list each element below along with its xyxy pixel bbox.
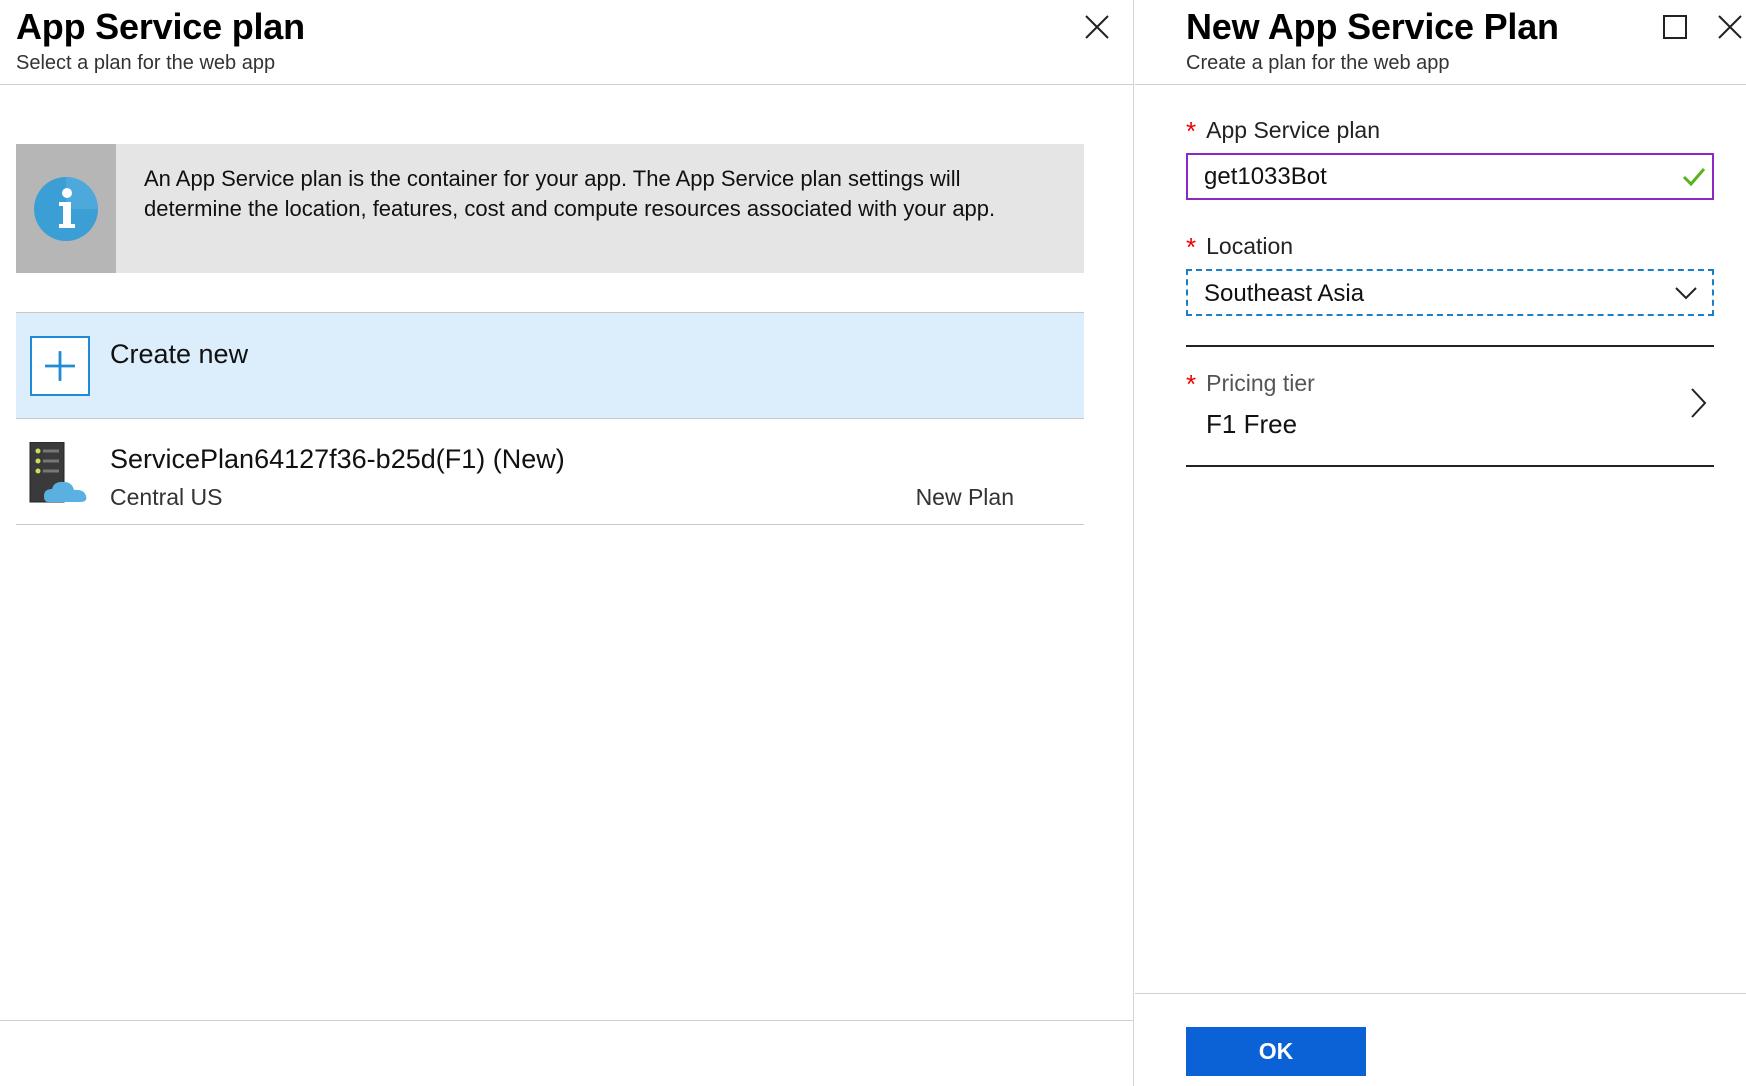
location-selected-value: Southeast Asia: [1204, 280, 1365, 307]
footer-divider: [1135, 993, 1746, 994]
plan-name: ServicePlan64127f36-b25d(F1) (New): [110, 444, 565, 474]
plan-location: Central US: [110, 484, 223, 510]
plan-status-badge: New Plan: [915, 484, 1014, 510]
create-new-label: Create new: [110, 339, 249, 369]
info-banner: An App Service plan is the container for…: [16, 144, 1084, 273]
required-marker: *: [1186, 369, 1197, 399]
location-dropdown[interactable]: Southeast Asia: [1186, 269, 1714, 316]
blade-subtitle: Create a plan for the web app: [1186, 52, 1450, 74]
ok-button[interactable]: OK: [1186, 1027, 1366, 1076]
info-icon-cell: [16, 144, 116, 273]
blade-subtitle: Select a plan for the web app: [16, 52, 276, 74]
create-new-plan-button[interactable]: Create new: [16, 312, 1084, 419]
plan-name-label: * App Service plan: [1186, 116, 1381, 146]
server-cloud-icon: [29, 442, 87, 503]
blade-header: New App Service Plan Create a plan for t…: [1135, 0, 1746, 85]
checkmark-icon: [1682, 168, 1706, 187]
pricing-tier-selector[interactable]: * Pricing tier F1 Free: [1186, 345, 1714, 467]
required-marker: *: [1186, 116, 1197, 146]
location-label: * Location: [1186, 232, 1294, 262]
blade-header: App Service plan Select a plan for the w…: [0, 0, 1133, 85]
info-icon: [34, 177, 98, 241]
plan-name-field[interactable]: [1186, 153, 1714, 200]
blade-title: New App Service Plan: [1186, 6, 1559, 47]
close-icon[interactable]: [1715, 12, 1745, 42]
maximize-icon[interactable]: [1660, 12, 1690, 42]
required-marker: *: [1186, 232, 1197, 262]
app-service-plan-blade: App Service plan Select a plan for the w…: [0, 0, 1134, 1086]
plan-name-input[interactable]: [1188, 155, 1712, 198]
plan-list-item[interactable]: ServicePlan64127f36-b25d(F1) (New) Centr…: [16, 420, 1084, 525]
chevron-right-icon: [1691, 388, 1707, 418]
chevron-down-icon: [1675, 287, 1697, 300]
info-text: An App Service plan is the container for…: [144, 166, 996, 221]
footer-divider: [0, 1020, 1133, 1021]
blade-title: App Service plan: [16, 6, 305, 47]
pricing-tier-label: * Pricing tier: [1186, 369, 1315, 399]
pricing-tier-value: F1 Free: [1206, 409, 1298, 439]
close-icon[interactable]: [1082, 12, 1112, 42]
new-app-service-plan-blade: New App Service Plan Create a plan for t…: [1135, 0, 1746, 1086]
plus-icon: [30, 336, 90, 396]
